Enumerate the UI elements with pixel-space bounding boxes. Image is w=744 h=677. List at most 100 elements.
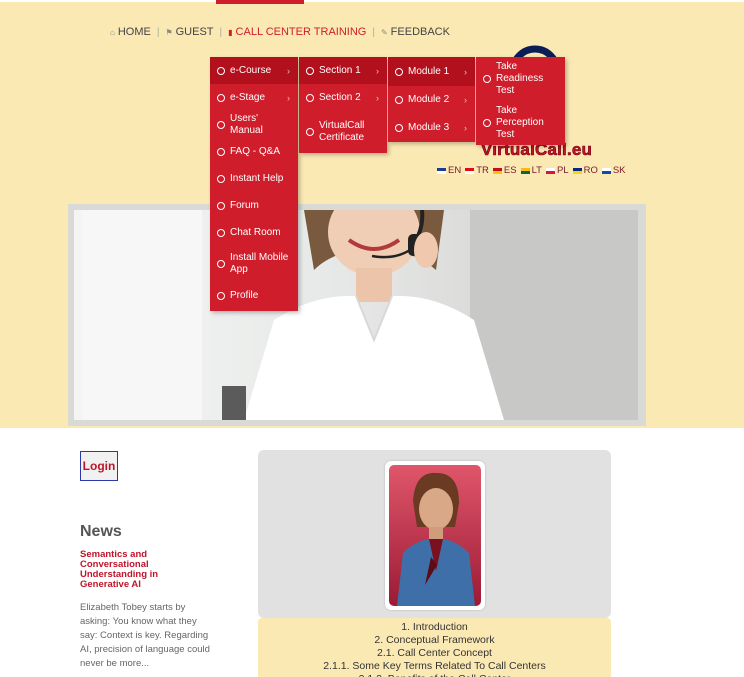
news-heading: News	[80, 523, 122, 540]
toc-item[interactable]: 1. Introduction	[258, 621, 611, 634]
language-tr[interactable]: TR	[465, 165, 489, 176]
language-lt[interactable]: LT	[520, 165, 542, 176]
menu-item-label: Chat Room	[230, 226, 281, 238]
level1-item-instant-help[interactable]: Instant Help	[210, 165, 298, 192]
nav-separator: |	[372, 26, 375, 38]
nav-separator: |	[219, 26, 223, 38]
circle-bullet-icon	[217, 147, 225, 156]
menu-item-label: Take Readiness Test	[496, 61, 544, 96]
nav-home[interactable]: ⌂ HOME	[110, 26, 151, 38]
menu-item-label: Take Perception Test	[496, 105, 544, 140]
login-button[interactable]: Login	[80, 451, 118, 481]
level1-item-faq-q-a[interactable]: FAQ - Q&A	[210, 138, 298, 165]
chevron-right-icon: ›	[464, 95, 467, 105]
chevron-right-icon: ›	[464, 123, 467, 133]
level1-item-e-stage[interactable]: e-Stage ›	[210, 84, 298, 111]
toc-item[interactable]: 2. Conceptual Framework	[258, 634, 611, 647]
level3-item-module-1[interactable]: Module 1 ›	[388, 57, 475, 86]
circle-bullet-icon	[217, 260, 225, 268]
home-icon: ⌂	[110, 27, 115, 37]
chevron-right-icon: ›	[376, 92, 379, 103]
level1-item-profile[interactable]: Profile	[210, 282, 298, 309]
menu-item-label: Users' Manual	[230, 112, 263, 136]
language-sk[interactable]: SK	[601, 165, 626, 176]
menu-item-label: Instant Help	[230, 172, 284, 184]
menu-item-label: Module 3	[408, 122, 450, 133]
news-excerpt: Elizabeth Tobey starts by asking: You kn…	[80, 602, 210, 669]
nav-feedback[interactable]: ✎ FEEDBACK	[381, 26, 450, 38]
flag-lt-icon	[520, 167, 530, 174]
circle-bullet-icon	[217, 291, 225, 300]
toc-item[interactable]: 2.1.1. Some Key Terms Related To Call Ce…	[258, 660, 611, 673]
language-label: TR	[476, 165, 489, 176]
circle-bullet-icon	[306, 66, 314, 75]
level3-item-module-2[interactable]: Module 2 ›	[388, 86, 475, 114]
level2-item-virtualcall-certificate[interactable]: VirtualCall Certificate	[299, 111, 387, 153]
circle-bullet-icon	[395, 96, 403, 104]
language-selector: EN TR ES LT PL RO SK	[437, 165, 626, 176]
menu-item-label: VirtualCall Certificate	[319, 120, 365, 143]
circle-bullet-icon	[483, 75, 491, 83]
nav-call-center-training[interactable]: ▮ CALL CENTER TRAINING	[228, 26, 366, 38]
top-rule	[0, 0, 744, 2]
menu-item-label: Module 2	[408, 94, 450, 105]
flag-en-icon	[437, 167, 446, 174]
level1-item-users-manual[interactable]: Users' Manual	[210, 111, 298, 138]
nav-guest[interactable]: ⚑ GUEST	[165, 26, 213, 38]
news-headline-link[interactable]: Semantics and Conversational Understandi…	[80, 550, 208, 590]
flag-tr-icon	[465, 167, 475, 174]
language-label: LT	[531, 165, 542, 176]
menu-level-3: Module 1 › Module 2 › Module 3 ›	[388, 57, 475, 142]
menu-item-label: e-Course	[230, 64, 272, 76]
menu-item-label: FAQ - Q&A	[230, 145, 281, 157]
flag-icon: ⚑	[165, 27, 173, 37]
circle-bullet-icon	[483, 119, 491, 127]
instructor-avatar-image	[389, 465, 481, 606]
language-en[interactable]: EN	[437, 165, 461, 176]
level1-item-forum[interactable]: Forum	[210, 192, 298, 219]
language-label: SK	[612, 165, 626, 176]
chat-icon: ▮	[228, 27, 233, 37]
nav-guest-label: GUEST	[175, 26, 214, 38]
language-label: EN	[448, 165, 462, 176]
level1-item-e-course[interactable]: e-Course ›	[210, 57, 298, 84]
language-label: RO	[583, 165, 598, 176]
toc-item[interactable]: 2.1. Call Center Concept	[258, 647, 611, 660]
language-ro[interactable]: RO	[572, 165, 598, 176]
level2-item-section-2[interactable]: Section 2 ›	[299, 84, 387, 111]
nav-feedback-label: FEEDBACK	[390, 26, 450, 38]
menu-level-2: Section 1 › Section 2 › VirtualCall Certific…	[299, 57, 387, 153]
flag-sk-icon	[601, 167, 611, 174]
toc-item[interactable]: 2.1.2. Benefits of the Call Center	[258, 673, 611, 677]
hero-image	[74, 210, 638, 420]
call-center-agent-illustration	[82, 210, 638, 420]
pencil-icon: ✎	[380, 27, 388, 37]
menu-item-label: Section 1	[319, 64, 361, 76]
menu-item-label: e-Stage	[230, 91, 266, 103]
circle-bullet-icon	[306, 128, 314, 136]
menu-item-label: Profile	[230, 289, 259, 301]
level4-item-take-perception-test[interactable]: Take Perception Test	[476, 101, 565, 145]
language-pl[interactable]: PL	[545, 165, 569, 176]
circle-bullet-icon	[395, 67, 403, 76]
instructor-avatar	[385, 461, 485, 610]
menu-item-label: Module 1	[408, 65, 450, 77]
level4-item-take-readiness-test[interactable]: Take Readiness Test	[476, 57, 565, 101]
top-navigation: ⌂ HOME | ⚑ GUEST | ▮ CALL CENTER TRAININ…	[110, 24, 450, 40]
flag-es-icon	[492, 167, 502, 174]
flag-pl-icon	[545, 167, 555, 174]
nav-training-label: CALL CENTER TRAINING	[235, 26, 367, 38]
level2-item-section-1[interactable]: Section 1 ›	[299, 57, 387, 84]
language-es[interactable]: ES	[492, 165, 517, 176]
chevron-right-icon: ›	[376, 65, 379, 76]
chevron-right-icon: ›	[287, 92, 290, 103]
active-tab-indicator	[216, 0, 304, 4]
flag-ro-icon	[572, 167, 582, 174]
level3-item-module-3[interactable]: Module 3 ›	[388, 114, 475, 142]
chevron-right-icon: ›	[464, 66, 467, 77]
menu-level-4: Take Readiness Test Take Perception Test	[476, 57, 565, 145]
nav-separator: |	[156, 26, 160, 38]
level1-item-install-mobile-app[interactable]: Install Mobile App	[210, 246, 298, 282]
chevron-right-icon: ›	[287, 65, 290, 76]
level1-item-chat-room[interactable]: Chat Room	[210, 219, 298, 246]
